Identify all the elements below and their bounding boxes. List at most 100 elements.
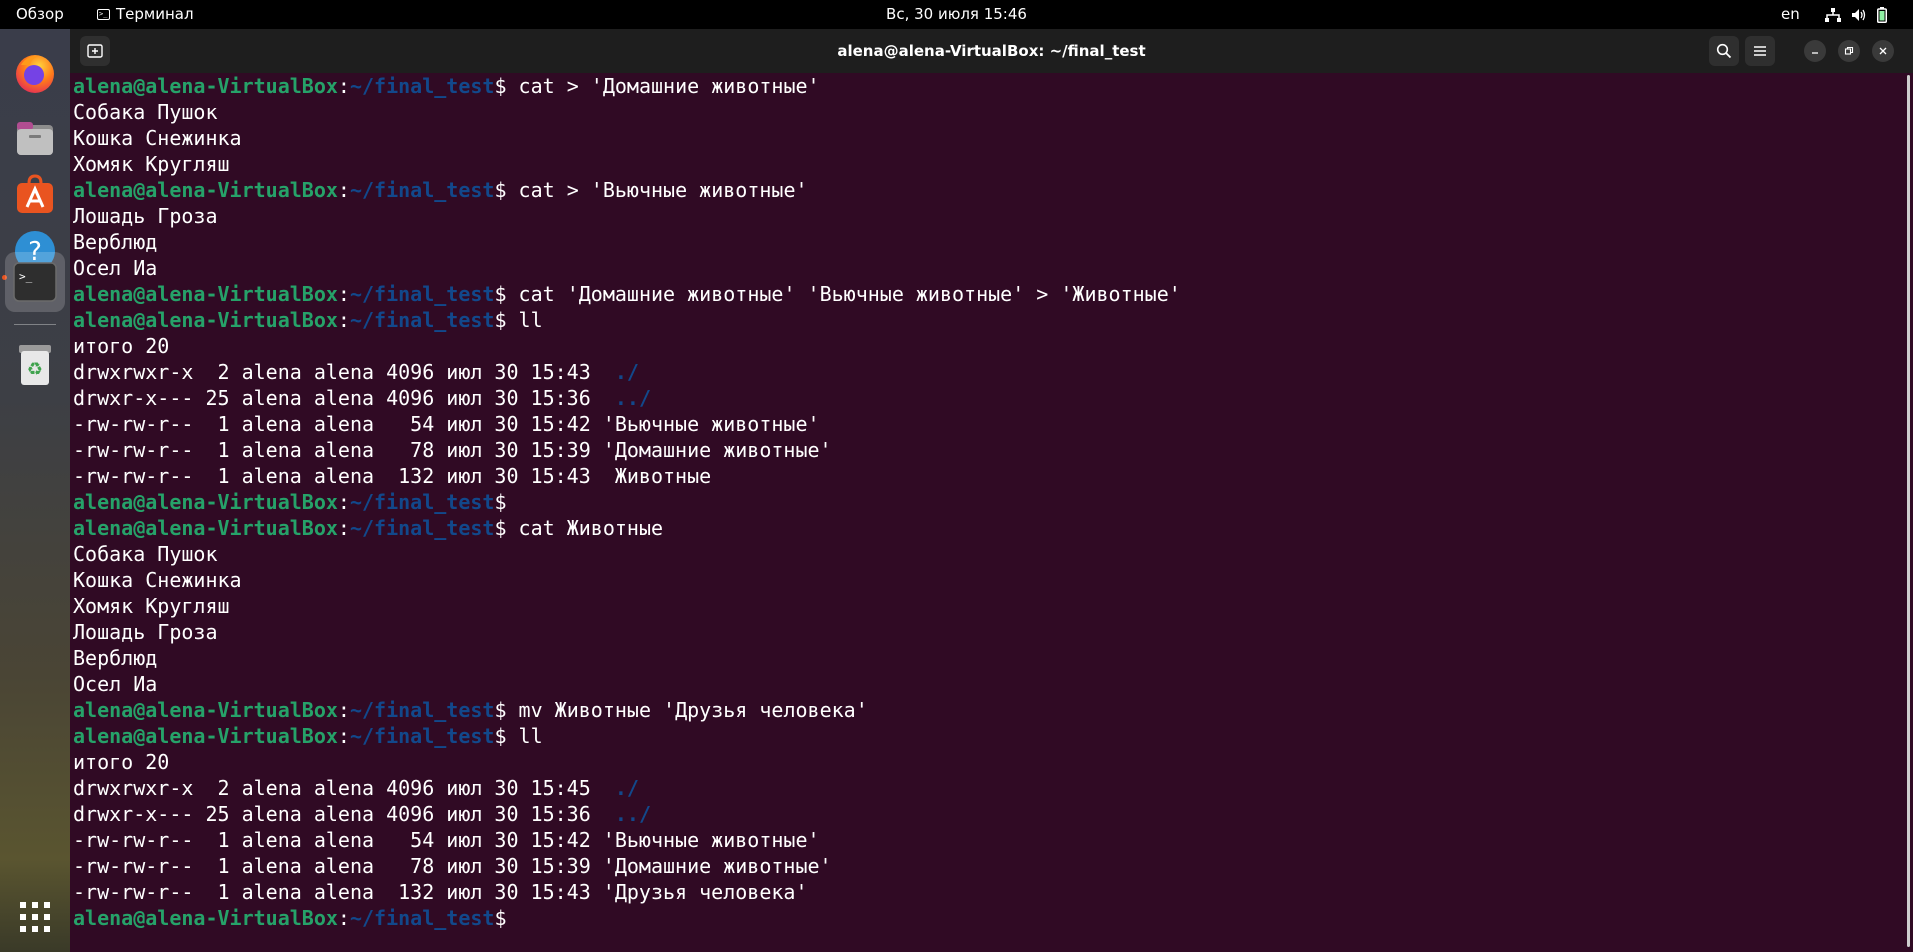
app-grid-icon <box>20 902 50 932</box>
prompt-dollar: $ <box>494 516 507 540</box>
output-line: Собака Пушок <box>73 100 218 124</box>
prompt-path: ~/final_test <box>349 516 495 540</box>
top-bar: Обзор >_ Терминал Вс, 30 июля 15:46 en <box>0 0 1913 29</box>
svg-text:♻: ♻ <box>27 359 43 380</box>
prompt-dollar: $ <box>494 490 507 514</box>
dock-item-software[interactable] <box>9 169 61 221</box>
listing-text: drwxrwxr-x 2 alena alena 4096 июл 30 15:… <box>73 360 615 384</box>
volume-icon <box>1852 8 1866 21</box>
clock[interactable]: Вс, 30 июля 15:46 <box>886 5 1027 23</box>
terminal-output[interactable]: alena@alena-VirtualBox:~/final_test$ cat… <box>73 73 1908 952</box>
dock-item-firefox[interactable] <box>9 47 61 99</box>
files-icon <box>17 122 53 155</box>
command-text: cat > 'Домашние животные' <box>506 74 820 98</box>
command-line: alena@alena-VirtualBox:~/final_test$ <box>73 489 1908 515</box>
prompt-user: alena@alena-VirtualBox <box>73 906 338 930</box>
prompt-path: ~/final_test <box>349 282 495 306</box>
scrollbar[interactable] <box>1907 75 1910 947</box>
prompt-separator: : <box>337 308 350 332</box>
prompt-user: alena@alena-VirtualBox <box>73 724 338 748</box>
prompt-separator: : <box>337 74 350 98</box>
software-center-icon <box>17 174 53 213</box>
prompt-user: alena@alena-VirtualBox <box>73 516 338 540</box>
terminal-small-icon: >_ <box>97 9 110 20</box>
output-line: Верблюд <box>73 646 158 670</box>
output-line: итого 20 <box>73 750 170 774</box>
command-text: cat Животные <box>506 516 664 540</box>
output-line: Верблюд <box>73 230 158 254</box>
output-line: -rw-rw-r-- 1 alena alena 132 июл 30 15:4… <box>73 464 712 488</box>
prompt-user: alena@alena-VirtualBox <box>73 698 338 722</box>
menu-button[interactable] <box>1745 36 1775 66</box>
listing-text: drwxr-x--- 25 alena alena 4096 июл 30 15… <box>73 386 615 410</box>
prompt-user: alena@alena-VirtualBox <box>73 178 338 202</box>
trash-icon: ♻ <box>19 345 51 385</box>
output-line: drwxrwxr-x 2 alena alena 4096 июл 30 15:… <box>73 359 1908 385</box>
output-line: Осел Иа <box>73 256 158 280</box>
output-line: drwxr-x--- 25 alena alena 4096 июл 30 15… <box>73 801 1908 827</box>
prompt-separator: : <box>337 724 350 748</box>
prompt-user: alena@alena-VirtualBox <box>73 74 338 98</box>
dock-item-terminal[interactable]: >_ <box>5 252 65 312</box>
output-line: Лошадь Гроза <box>73 620 218 644</box>
prompt-path: ~/final_test <box>349 178 495 202</box>
app-menu-label: Терминал <box>116 5 194 23</box>
prompt-dollar: $ <box>494 308 507 332</box>
search-button[interactable] <box>1709 36 1739 66</box>
output-line: drwxr-x--- 25 alena alena 4096 июл 30 15… <box>73 385 1908 411</box>
minimize-icon <box>1812 52 1818 54</box>
prompt-separator: : <box>337 178 350 202</box>
command-line: alena@alena-VirtualBox:~/final_test$ ll <box>73 723 1908 749</box>
prompt-separator: : <box>337 906 350 930</box>
listing-text: drwxr-x--- 25 alena alena 4096 июл 30 15… <box>73 802 615 826</box>
minimize-button[interactable] <box>1804 40 1826 62</box>
output-line: -rw-rw-r-- 1 alena alena 78 июл 30 15:39… <box>73 438 832 462</box>
prompt-path: ~/final_test <box>349 698 495 722</box>
output-line: -rw-rw-r-- 1 alena alena 78 июл 30 15:39… <box>73 854 832 878</box>
app-menu-button[interactable]: >_ Терминал <box>97 0 194 29</box>
prompt-user: alena@alena-VirtualBox <box>73 308 338 332</box>
output-line: Кошка Снежинка <box>73 126 242 150</box>
system-status-menu[interactable] <box>1825 0 1887 29</box>
activities-button[interactable]: Обзор <box>16 0 64 29</box>
prompt-dollar: $ <box>494 698 507 722</box>
output-line: drwxrwxr-x 2 alena alena 4096 июл 30 15:… <box>73 775 1908 801</box>
close-button[interactable] <box>1872 40 1894 62</box>
command-line: alena@alena-VirtualBox:~/final_test$ cat… <box>73 73 1908 99</box>
window-titlebar[interactable]: alena@alena-VirtualBox: ~/final_test <box>70 29 1913 73</box>
prompt-dollar: $ <box>494 74 507 98</box>
dock-item-show-apps[interactable] <box>9 891 61 943</box>
firefox-icon <box>16 55 54 93</box>
output-line: Лошадь Гроза <box>73 204 218 228</box>
prompt-separator: : <box>337 490 350 514</box>
dock-item-trash[interactable]: ♻ <box>9 338 61 390</box>
dock-item-files[interactable] <box>9 113 61 165</box>
svg-text:>_: >_ <box>19 270 33 283</box>
clock-container: Вс, 30 июля 15:46 <box>0 0 1913 29</box>
network-icon <box>1825 7 1841 22</box>
prompt-separator: : <box>337 698 350 722</box>
command-text: ll <box>506 724 543 748</box>
maximize-button[interactable] <box>1838 40 1860 62</box>
output-line: итого 20 <box>73 334 170 358</box>
prompt-user: alena@alena-VirtualBox <box>73 490 338 514</box>
terminal-icon: >_ <box>13 262 57 302</box>
command-text: cat 'Домашние животные' 'Вьючные животны… <box>506 282 1181 306</box>
prompt-separator: : <box>337 516 350 540</box>
command-line: alena@alena-VirtualBox:~/final_test$ ll <box>73 307 1908 333</box>
prompt-dollar: $ <box>494 906 507 930</box>
output-line: Хомяк Кругляш <box>73 594 230 618</box>
output-line: -rw-rw-r-- 1 alena alena 54 июл 30 15:42… <box>73 828 820 852</box>
directory-name: ./ <box>614 360 639 384</box>
prompt-path: ~/final_test <box>349 490 495 514</box>
hamburger-icon <box>1754 46 1766 56</box>
keyboard-layout-indicator[interactable]: en <box>1781 0 1800 29</box>
prompt-dollar: $ <box>494 178 507 202</box>
command-line: alena@alena-VirtualBox:~/final_test$ cat… <box>73 177 1908 203</box>
battery-icon <box>1877 6 1887 23</box>
close-icon <box>1879 47 1887 55</box>
command-line: alena@alena-VirtualBox:~/final_test$ <box>73 905 1908 931</box>
prompt-dollar: $ <box>494 724 507 748</box>
prompt-user: alena@alena-VirtualBox <box>73 282 338 306</box>
output-line: Кошка Снежинка <box>73 568 242 592</box>
